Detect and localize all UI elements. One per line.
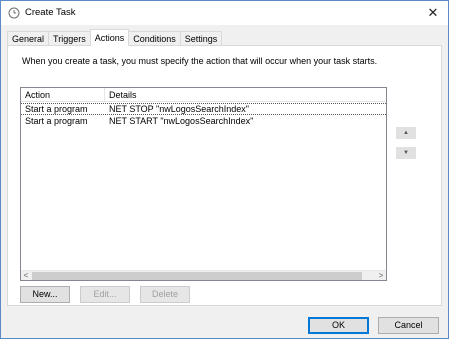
tab-actions[interactable]: Actions bbox=[89, 29, 130, 46]
move-down-button[interactable]: ▼ bbox=[396, 147, 416, 159]
close-button[interactable]: ✕ bbox=[424, 4, 442, 22]
table-row[interactable]: Start a program NET STOP "nwLogosSearchI… bbox=[21, 103, 386, 115]
window-title: Create Task bbox=[25, 7, 76, 18]
scrollbar-thumb[interactable] bbox=[32, 272, 362, 280]
column-header-details[interactable]: Details bbox=[105, 88, 386, 102]
create-task-dialog: Create Task ✕ General Triggers Actions C… bbox=[0, 0, 449, 339]
tab-conditions[interactable]: Conditions bbox=[128, 31, 181, 46]
clock-icon bbox=[8, 7, 20, 19]
move-up-button[interactable]: ▲ bbox=[396, 127, 416, 139]
close-icon: ✕ bbox=[427, 5, 439, 20]
actions-list[interactable]: Action Details Start a program NET STOP … bbox=[20, 87, 387, 281]
table-row[interactable]: Start a program NET START "nwLogosSearch… bbox=[21, 116, 386, 127]
tab-triggers[interactable]: Triggers bbox=[48, 31, 91, 46]
horizontal-scrollbar[interactable]: < > bbox=[21, 270, 386, 280]
actions-panel: When you create a task, you must specify… bbox=[7, 45, 442, 306]
cancel-button[interactable]: Cancel bbox=[378, 317, 439, 334]
row-details: NET START "nwLogosSearchIndex" bbox=[109, 116, 254, 126]
delete-action-button[interactable]: Delete bbox=[140, 286, 190, 303]
arrow-down-icon: ▼ bbox=[403, 150, 409, 156]
instruction-text: When you create a task, you must specify… bbox=[22, 56, 378, 66]
list-header: Action Details bbox=[21, 88, 386, 102]
scroll-left-icon[interactable]: < bbox=[21, 271, 31, 281]
arrow-up-icon: ▲ bbox=[403, 130, 409, 136]
edit-action-button[interactable]: Edit... bbox=[80, 286, 130, 303]
row-action: Start a program bbox=[25, 116, 88, 126]
tab-general[interactable]: General bbox=[7, 31, 50, 46]
ok-button[interactable]: OK bbox=[308, 317, 369, 334]
scroll-right-icon[interactable]: > bbox=[376, 271, 386, 281]
row-action: Start a program bbox=[25, 104, 88, 114]
column-header-action[interactable]: Action bbox=[21, 88, 105, 102]
row-details: NET STOP "nwLogosSearchIndex" bbox=[109, 104, 249, 114]
tab-settings[interactable]: Settings bbox=[179, 31, 223, 46]
tab-strip: General Triggers Actions Conditions Sett… bbox=[7, 29, 223, 46]
new-action-button[interactable]: New... bbox=[20, 286, 70, 303]
title-bar: Create Task ✕ bbox=[1, 1, 448, 25]
